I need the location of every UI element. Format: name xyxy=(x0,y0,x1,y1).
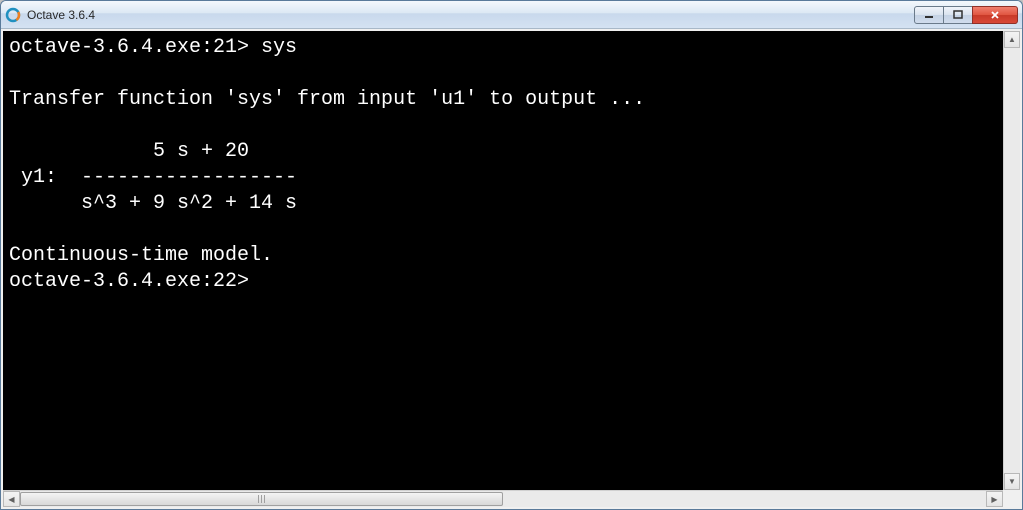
scroll-right-arrow-icon[interactable]: ▶ xyxy=(986,491,1003,507)
terminal-line: Continuous-time model. xyxy=(9,244,273,267)
window-controls xyxy=(915,6,1018,24)
titlebar[interactable]: Octave 3.6.4 xyxy=(1,1,1022,29)
content-area: octave-3.6.4.exe:21> sys Transfer functi… xyxy=(1,29,1022,509)
vertical-scrollbar[interactable]: ▲ ▼ xyxy=(1003,31,1020,490)
terminal-line: octave-3.6.4.exe:21> sys xyxy=(9,36,297,59)
scroll-up-arrow-icon[interactable]: ▲ xyxy=(1004,31,1020,48)
maximize-button[interactable] xyxy=(943,6,973,24)
app-window: Octave 3.6.4 octave-3.6.4.exe:21> sys Tr… xyxy=(0,0,1023,510)
vertical-scroll-track[interactable] xyxy=(1004,48,1020,473)
terminal-line: octave-3.6.4.exe:22> xyxy=(9,270,249,293)
scroll-corner xyxy=(1003,490,1020,507)
terminal-line: 5 s + 20 xyxy=(9,140,249,163)
terminal-wrapper: octave-3.6.4.exe:21> sys Transfer functi… xyxy=(3,31,1020,490)
window-title: Octave 3.6.4 xyxy=(27,8,915,22)
app-icon xyxy=(5,7,21,23)
terminal-line: y1: ------------------ xyxy=(9,166,297,189)
scroll-down-arrow-icon[interactable]: ▼ xyxy=(1004,473,1020,490)
close-button[interactable] xyxy=(972,6,1018,24)
terminal-line: Transfer function 'sys' from input 'u1' … xyxy=(9,88,645,111)
terminal-line: s^3 + 9 s^2 + 14 s xyxy=(9,192,297,215)
minimize-button[interactable] xyxy=(914,6,944,24)
horizontal-scrollbar[interactable]: ◀ ▶ xyxy=(3,490,1003,507)
horizontal-scroll-track[interactable] xyxy=(20,491,986,507)
scroll-left-arrow-icon[interactable]: ◀ xyxy=(3,491,20,507)
horizontal-scroll-thumb[interactable] xyxy=(20,492,503,506)
terminal-output[interactable]: octave-3.6.4.exe:21> sys Transfer functi… xyxy=(3,31,1003,490)
